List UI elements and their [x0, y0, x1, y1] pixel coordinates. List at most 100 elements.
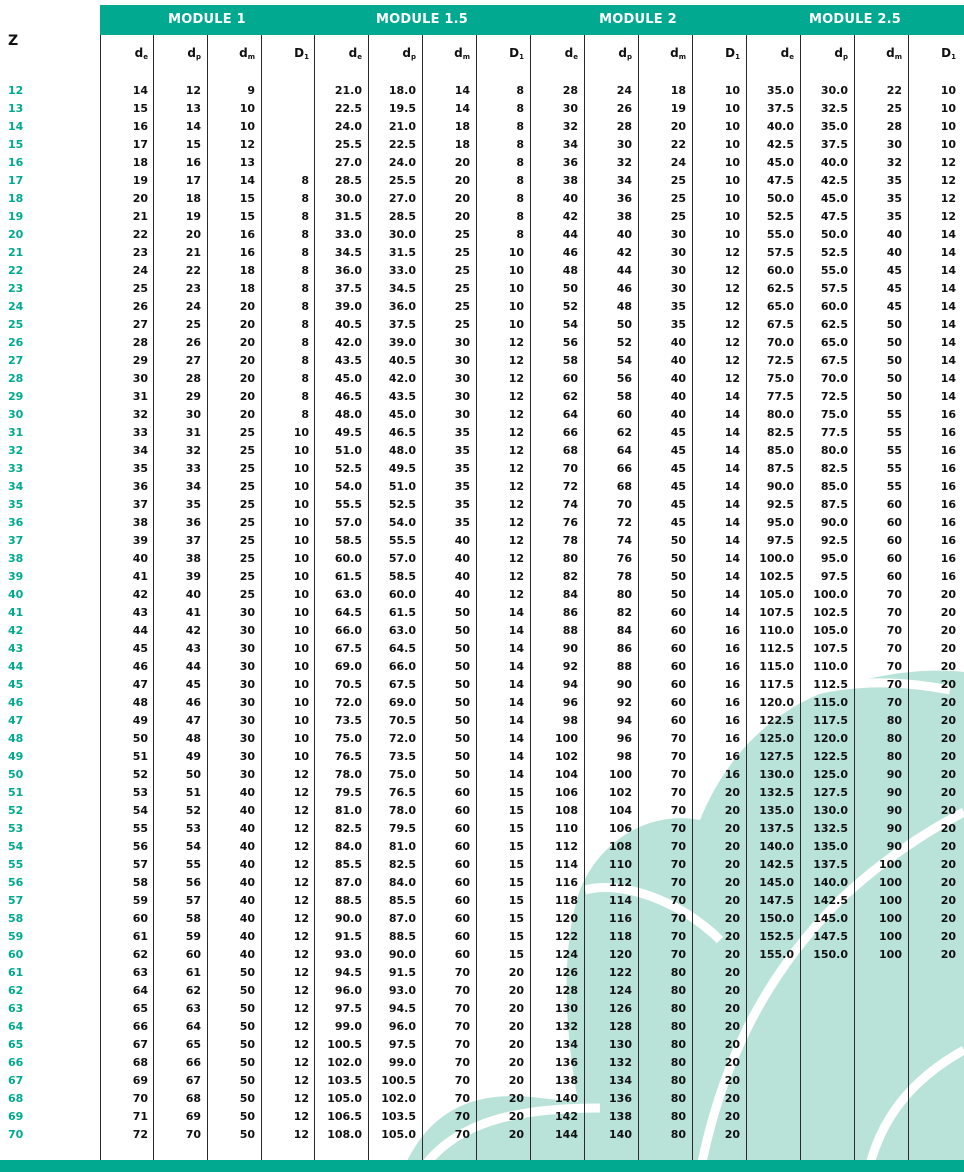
table-cell: 28.5: [334, 174, 362, 187]
table-cell: 20: [940, 660, 956, 673]
table-cell: 80: [886, 750, 902, 763]
table-cell: 20: [940, 696, 956, 709]
table-cell: 62.5: [766, 282, 794, 295]
table-cell: 64: [616, 444, 632, 457]
table-cell: 61.5: [334, 570, 362, 583]
table-cell: 21: [132, 210, 148, 223]
table-cell: 8: [301, 336, 309, 349]
table-cell: 50: [886, 354, 902, 367]
table-cell: 31: [132, 390, 148, 403]
table-cell: 65.0: [820, 336, 848, 349]
table-cell: 140: [555, 1092, 578, 1105]
z-value: 54: [8, 840, 24, 853]
table-cell: 108: [555, 804, 578, 817]
table-cell: 33: [132, 426, 148, 439]
table-cell: 20: [508, 1020, 524, 1033]
table-cell: 13: [185, 102, 201, 115]
table-cell: 35: [670, 300, 686, 313]
table-cell: 54: [616, 354, 632, 367]
table-cell: 22: [886, 84, 902, 97]
table-cell: 14: [724, 534, 740, 547]
table-cell: 67.5: [388, 678, 416, 691]
table-cell: 62: [132, 948, 148, 961]
table-cell: 26: [616, 102, 632, 115]
table-cell: 50: [886, 372, 902, 385]
table-cell: 24: [132, 264, 148, 277]
table-cell: 40: [239, 912, 255, 925]
table-cell: 23: [185, 282, 201, 295]
table-cell: 30: [239, 606, 255, 619]
module-2-5-title: MODULE 2.5: [808, 12, 902, 27]
table-cell: 8: [301, 174, 309, 187]
table-cell: 25: [454, 300, 470, 313]
table-cell: 80.0: [766, 408, 794, 421]
table-cell: 43: [132, 606, 148, 619]
table-cell: 40: [562, 192, 578, 205]
z-value: 55: [8, 858, 24, 871]
table-cell: 107.5: [813, 642, 848, 655]
table-cell: 66: [185, 1056, 201, 1069]
table-cell: 30: [454, 336, 470, 349]
column-header: dp: [402, 46, 416, 61]
table-cell: 97.5: [388, 1038, 416, 1051]
table-cell: 59: [132, 894, 148, 907]
table-cell: 8: [301, 246, 309, 259]
table-cell: 20: [508, 1056, 524, 1069]
table-cell: 118: [609, 930, 632, 943]
table-cell: 12: [293, 1002, 309, 1015]
table-cell: 67.5: [820, 354, 848, 367]
table-cell: 35: [454, 480, 470, 493]
table-cell: 93.0: [334, 948, 362, 961]
table-cell: 23: [132, 246, 148, 259]
table-cell: 30: [239, 714, 255, 727]
table-cell: 42.5: [820, 174, 848, 187]
z-value: 33: [8, 462, 24, 475]
table-cell: 90: [886, 804, 902, 817]
z-value: 45: [8, 678, 24, 691]
table-cell: 127.5: [813, 786, 848, 799]
table-cell: 10: [293, 696, 309, 709]
table-cell: 86: [616, 642, 632, 655]
z-value: 24: [8, 300, 24, 313]
table-cell: 41: [185, 606, 201, 619]
column-header: D1: [509, 46, 524, 61]
z-value: 52: [8, 804, 24, 817]
table-cell: 100.5: [327, 1038, 362, 1051]
z-value: 39: [8, 570, 24, 583]
table-cell: 21.0: [334, 84, 362, 97]
table-cell: 20: [724, 912, 740, 925]
z-value: 60: [8, 948, 24, 961]
table-cell: 50: [239, 1110, 255, 1123]
table-cell: 9: [247, 84, 255, 97]
table-cell: 84.0: [334, 840, 362, 853]
table-cell: 27: [132, 318, 148, 331]
table-cell: 20: [940, 786, 956, 799]
table-cell: 35: [454, 426, 470, 439]
table-cell: 14: [940, 336, 956, 349]
table-cell: 70: [670, 732, 686, 745]
table-cell: 93.0: [388, 984, 416, 997]
table-cell: 16: [940, 426, 956, 439]
table-cell: 87.5: [820, 498, 848, 511]
table-cell: 68: [616, 480, 632, 493]
z-value: 22: [8, 264, 24, 277]
z-value: 30: [8, 408, 24, 421]
table-cell: 50: [239, 1038, 255, 1051]
table-cell: 105.0: [381, 1128, 416, 1141]
table-cell: 31.5: [334, 210, 362, 223]
table-cell: 14: [239, 174, 255, 187]
table-cell: 100: [555, 732, 578, 745]
table-cell: 40: [670, 390, 686, 403]
column-header: dm: [239, 46, 255, 61]
table-cell: 60: [670, 624, 686, 637]
table-cell: 110: [555, 822, 578, 835]
table-cell: 20: [724, 930, 740, 943]
table-cell: 8: [516, 174, 524, 187]
z-value: 67: [8, 1074, 24, 1087]
table-cell: 12: [508, 570, 524, 583]
table-cell: 24: [670, 156, 686, 169]
table-cell: 50: [886, 318, 902, 331]
table-cell: 106: [555, 786, 578, 799]
table-cell: 45.0: [388, 408, 416, 421]
table-cell: 67: [185, 1074, 201, 1087]
